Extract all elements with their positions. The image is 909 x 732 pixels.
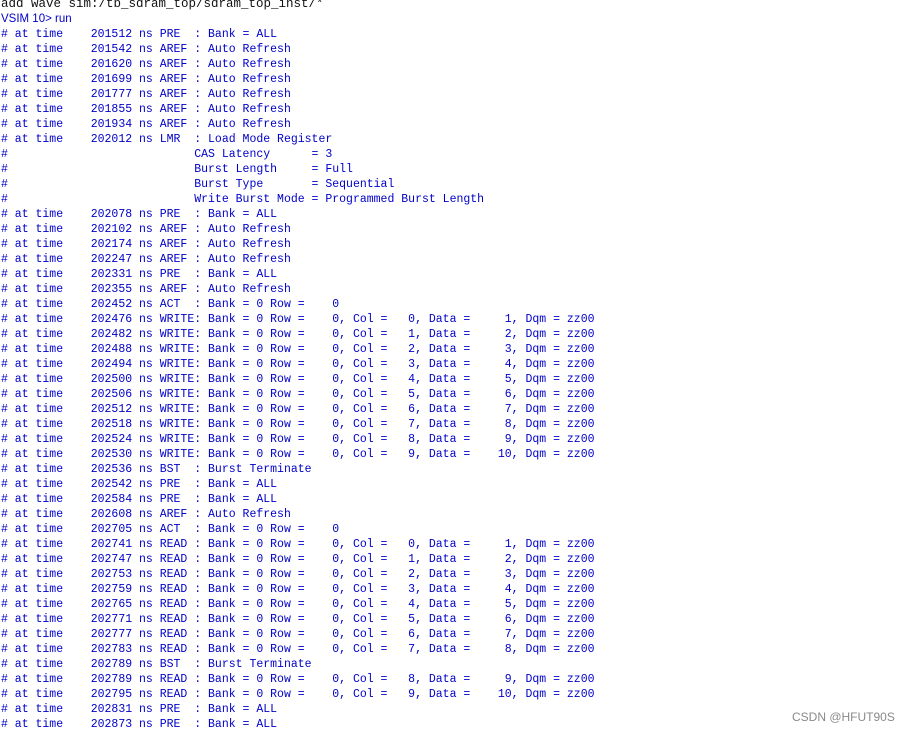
- transcript-line: # at time 202789 ns BST : Burst Terminat…: [1, 658, 312, 671]
- transcript-line: # at time 202506 ns WRITE: Bank = 0 Row …: [1, 388, 595, 401]
- transcript-line: # at time 202500 ns WRITE: Bank = 0 Row …: [1, 373, 595, 386]
- transcript-line: # Burst Type = Sequential: [1, 178, 395, 191]
- transcript-line: # at time 202476 ns WRITE: Bank = 0 Row …: [1, 313, 595, 326]
- transcript-line: # CAS Latency = 3: [1, 148, 333, 161]
- transcript-line: # at time 201542 ns AREF : Auto Refresh: [1, 43, 291, 56]
- transcript-line: # at time 202542 ns PRE : Bank = ALL: [1, 478, 278, 491]
- transcript-line: # at time 202747 ns READ : Bank = 0 Row …: [1, 553, 595, 566]
- transcript-panel[interactable]: add wave sim:/tb_sdram_top/sdram_top_ins…: [0, 0, 909, 732]
- transcript-line: # at time 202482 ns WRITE: Bank = 0 Row …: [1, 328, 595, 341]
- vsim-prompt-line[interactable]: VSIM 10> run: [1, 12, 72, 27]
- transcript-line: # at time 201934 ns AREF : Auto Refresh: [1, 118, 291, 131]
- transcript-line: # at time 202765 ns READ : Bank = 0 Row …: [1, 598, 595, 611]
- transcript-line: # at time 201512 ns PRE : Bank = ALL: [1, 28, 278, 41]
- transcript-line: # at time 201855 ns AREF : Auto Refresh: [1, 103, 291, 116]
- transcript-line: # at time 202783 ns READ : Bank = 0 Row …: [1, 643, 595, 656]
- transcript-line: # at time 201620 ns AREF : Auto Refresh: [1, 58, 291, 71]
- transcript-line: # at time 202753 ns READ : Bank = 0 Row …: [1, 568, 595, 581]
- prompt-command: run: [55, 13, 72, 25]
- transcript-line: # at time 202494 ns WRITE: Bank = 0 Row …: [1, 358, 595, 371]
- transcript-line: # at time 202102 ns AREF : Auto Refresh: [1, 223, 291, 236]
- transcript-line: # Write Burst Mode = Programmed Burst Le…: [1, 193, 485, 206]
- transcript-line: # at time 202705 ns ACT : Bank = 0 Row =…: [1, 523, 340, 536]
- transcript-line: # at time 202608 ns AREF : Auto Refresh: [1, 508, 291, 521]
- transcript-line: # at time 202741 ns READ : Bank = 0 Row …: [1, 538, 595, 551]
- transcript-line: # at time 202530 ns WRITE: Bank = 0 Row …: [1, 448, 595, 461]
- transcript-line: # at time 202759 ns READ : Bank = 0 Row …: [1, 583, 595, 596]
- transcript-line: # at time 202873 ns PRE : Bank = ALL: [1, 718, 278, 731]
- transcript-line: # at time 202524 ns WRITE: Bank = 0 Row …: [1, 433, 595, 446]
- transcript-line: # at time 202078 ns PRE : Bank = ALL: [1, 208, 278, 221]
- transcript-line: # at time 202012 ns LMR : Load Mode Regi…: [1, 133, 333, 146]
- transcript-line: # at time 202355 ns AREF : Auto Refresh: [1, 283, 291, 296]
- transcript-line: # at time 202795 ns READ : Bank = 0 Row …: [1, 688, 595, 701]
- command-echo-line: add wave sim:/tb_sdram_top/sdram_top_ins…: [1, 0, 324, 11]
- transcript-line: # at time 202771 ns READ : Bank = 0 Row …: [1, 613, 595, 626]
- transcript-line: # at time 202518 ns WRITE: Bank = 0 Row …: [1, 418, 595, 431]
- transcript-line: # at time 202331 ns PRE : Bank = ALL: [1, 268, 278, 281]
- transcript-line: # at time 202536 ns BST : Burst Terminat…: [1, 463, 312, 476]
- transcript-line: # at time 202247 ns AREF : Auto Refresh: [1, 253, 291, 266]
- transcript-line: # at time 202789 ns READ : Bank = 0 Row …: [1, 673, 595, 686]
- transcript-line: # at time 202777 ns READ : Bank = 0 Row …: [1, 628, 595, 641]
- transcript-line: # at time 202831 ns PRE : Bank = ALL: [1, 703, 278, 716]
- vsim-prompt: VSIM 10>: [1, 13, 52, 25]
- transcript-line: # at time 202584 ns PRE : Bank = ALL: [1, 493, 278, 506]
- transcript-line: # Burst Length = Full: [1, 163, 353, 176]
- transcript-line: # at time 201777 ns AREF : Auto Refresh: [1, 88, 291, 101]
- transcript-line: # at time 202452 ns ACT : Bank = 0 Row =…: [1, 298, 340, 311]
- transcript-line: # at time 202488 ns WRITE: Bank = 0 Row …: [1, 343, 595, 356]
- transcript-line: # at time 202512 ns WRITE: Bank = 0 Row …: [1, 403, 595, 416]
- transcript-line: # at time 202174 ns AREF : Auto Refresh: [1, 238, 291, 251]
- watermark-text: CSDN @HFUT90S: [792, 710, 895, 724]
- transcript-line: # at time 201699 ns AREF : Auto Refresh: [1, 73, 291, 86]
